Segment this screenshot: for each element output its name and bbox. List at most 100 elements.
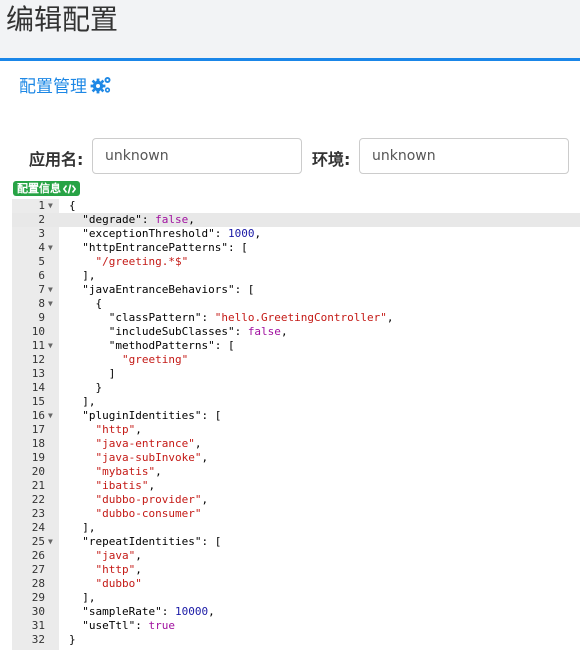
line-code: "useTtl": true [69,619,175,633]
line-number: 9 [38,311,45,324]
fold-arrow-icon[interactable]: ▼ [48,297,58,311]
line-number: 8 [38,297,45,310]
line-number: 14 [31,381,45,394]
line-number: 25 [31,535,45,548]
line-code: "methodPatterns": [ [69,339,235,353]
code-line[interactable]: 9 "classPattern": "hello.GreetingControl… [12,311,580,325]
line-code: "http", [69,423,141,437]
code-line[interactable]: 4 ▼ "httpEntrancePatterns": [ [12,241,580,255]
line-code: { [69,297,102,311]
app-name-label: 应用名: [29,150,84,169]
code-line[interactable]: 5 "/greeting.*$" [12,255,580,269]
code-token: , [148,479,156,492]
line-number: 20 [31,465,45,478]
code-token: "dubbo" [69,577,142,590]
code-token: false [155,213,189,226]
fold-arrow-icon[interactable]: ▼ [48,241,58,255]
fold-arrow-icon[interactable]: ▼ [48,339,58,353]
line-number: 32 [31,633,45,646]
line-code: "sampleRate": 10000, [69,605,215,619]
line-code: ], [69,269,95,283]
code-line[interactable]: 32} [12,633,580,647]
panel-title: 配置管理 [19,72,112,97]
code-line[interactable]: 28 "dubbo" [12,577,580,591]
code-token: ], [69,395,96,408]
code-line[interactable]: 11 ▼ "methodPatterns": [ [12,339,580,353]
line-number: 24 [31,521,45,534]
code-line[interactable]: 16 ▼ "pluginIdentities": [ [12,409,580,423]
line-code: "/greeting.*$" [69,255,188,269]
code-line[interactable]: 26 "java", [12,549,580,563]
page-title: 编辑配置 [6,3,119,36]
code-editor[interactable]: 1 ▼{2 "degrade": false, 3 "exceptionThresh… [12,199,580,650]
fold-arrow-icon[interactable]: ▼ [48,409,58,423]
line-code: "dubbo-consumer" [69,507,201,521]
code-line[interactable]: 21 "ibatis", [12,479,580,493]
line-code: ] [69,367,116,381]
code-token: } [69,633,76,646]
line-number: 4 [38,241,45,254]
code-line[interactable]: 12 "greeting" [12,353,580,367]
code-line[interactable]: 2 "degrade": false, [12,213,580,227]
code-token: , [280,325,288,338]
code-line[interactable]: 27 "http", [12,563,580,577]
code-token: , [208,605,215,618]
code-token: ], [69,591,96,604]
line-number: 27 [31,563,45,576]
code-line[interactable]: 25 ▼ "repeatIdentities": [ [12,535,580,549]
code-token: "degrade": [69,213,156,226]
fold-arrow-icon[interactable]: ▼ [48,535,58,549]
code-line[interactable]: 1 ▼ { [12,199,580,213]
code-line[interactable]: 8 ▼ { [12,297,580,311]
line-number: 26 [31,549,45,562]
line-code: "degrade": false, [69,213,195,227]
code-line[interactable]: 31 "useTtl": true [12,619,580,633]
code-line[interactable]: 19 "java-subInvoke", [12,451,580,465]
fold-arrow-icon[interactable]: ▼ [48,199,58,213]
fold-arrow-icon[interactable]: ▼ [48,283,58,297]
code-token: "classPattern": [69,311,215,324]
code-token: false [247,325,281,338]
line-code: "java", [69,549,141,563]
line-code: "classPattern": "hello.GreetingControlle… [69,311,394,325]
line-code: "exceptionThreshold": 1000, [69,227,261,241]
code-token: , [201,451,209,464]
code-token: ], [69,521,96,534]
line-number: 3 [38,227,45,240]
code-token: "java-subInvoke" [69,451,202,464]
code-line[interactable]: 13 ] [12,367,580,381]
code-line[interactable]: 24 ], [12,521,580,535]
code-token: , [188,213,195,226]
code-line[interactable]: 22 "dubbo-provider", [12,493,580,507]
code-line[interactable]: 10 "includeSubClasses": false, [12,325,580,339]
code-token: "javaEntranceBehaviors": [ [69,283,255,296]
code-line[interactable]: 17 "http", [12,423,580,437]
line-code: { [69,199,76,213]
code-line[interactable]: 3 "exceptionThreshold": 1000, [12,227,580,241]
code-token: "greeting" [69,353,189,366]
code-token: } [69,381,103,394]
line-number: 22 [31,493,45,506]
code-line[interactable]: 7 ▼ "javaEntranceBehaviors": [ [12,283,580,297]
env-input[interactable] [359,138,569,174]
code-token: ] [69,367,116,380]
app-name-input[interactable] [92,138,302,174]
code-token: "useTtl": [69,619,149,632]
code-line[interactable]: 30 "sampleRate": 10000, [12,605,580,619]
code-line[interactable]: 14 } [12,381,580,395]
code-token: "includeSubClasses": [69,325,248,338]
code-line[interactable]: 29 ], [12,591,580,605]
code-line[interactable]: 15 ], [12,395,580,409]
code-token: , [254,227,262,240]
code-token: "pluginIdentities": [ [69,409,222,422]
line-code: "includeSubClasses": false, [69,325,288,339]
page-header: 编辑配置 [0,0,580,61]
code-line[interactable]: 6 ], [12,269,580,283]
code-token: "http" [69,423,136,436]
code-token: "hello.GreetingController" [214,311,387,324]
code-line[interactable]: 20 "mybatis", [12,465,580,479]
line-code: "pluginIdentities": [ [69,409,221,423]
code-line[interactable]: 23 "dubbo-consumer" [12,507,580,521]
code-line[interactable]: 18 "java-entrance", [12,437,580,451]
line-code: "dubbo-provider", [69,493,208,507]
